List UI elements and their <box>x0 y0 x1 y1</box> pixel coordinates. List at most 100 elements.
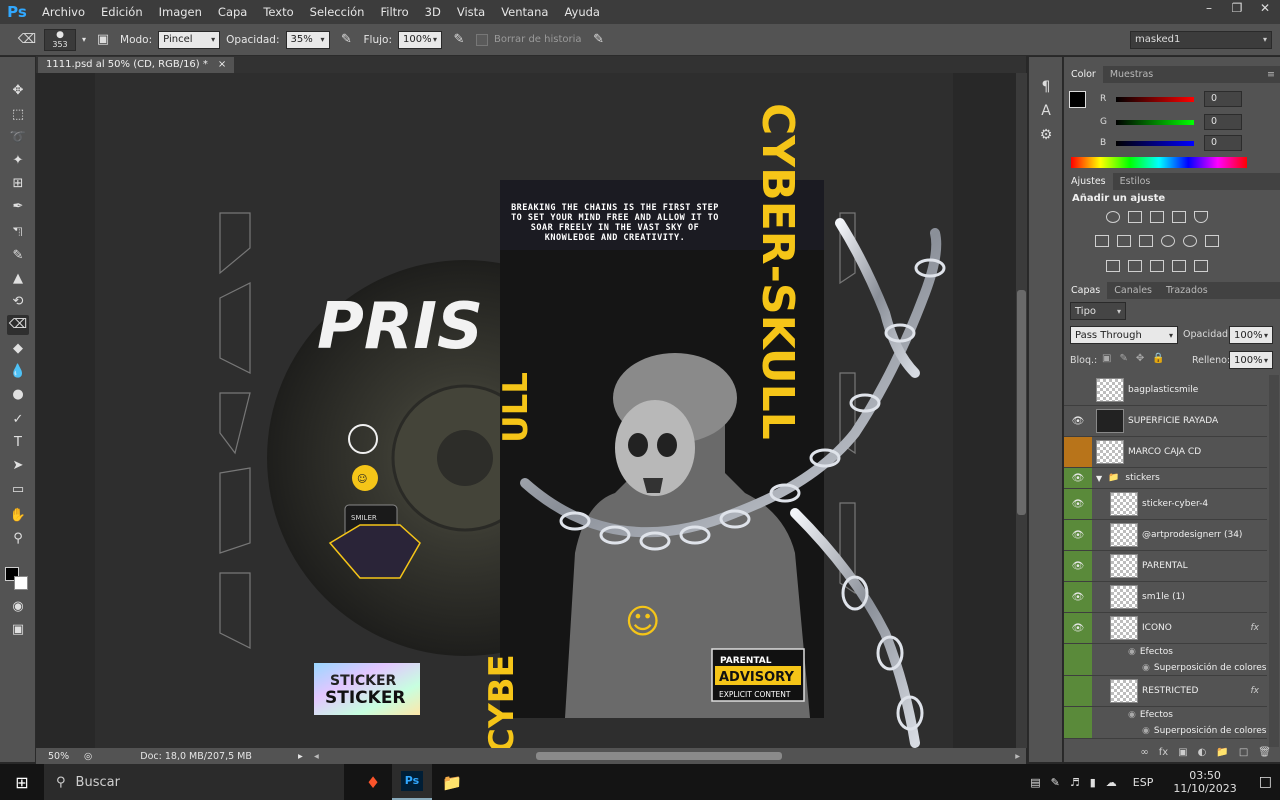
expand-arrow-icon[interactable]: ▼ <box>1096 474 1102 483</box>
restore-icon[interactable]: ❐ <box>1228 0 1246 16</box>
status-arrow-icon[interactable]: ▸ <box>298 751 303 762</box>
menu-ayuda[interactable]: Ayuda <box>556 0 608 24</box>
notifications-icon[interactable]: □ <box>1259 774 1272 790</box>
levels-adjust-icon[interactable] <box>1128 211 1142 223</box>
mask-icon[interactable]: ▣ <box>1178 747 1187 762</box>
network-icon[interactable]: ▤ <box>1030 776 1040 789</box>
red-value-input[interactable]: 0 <box>1204 91 1242 107</box>
brush-picker-arrow-icon[interactable]: ▾ <box>82 35 86 44</box>
opacity-input[interactable]: 35% ▾ <box>285 30 330 49</box>
eye-icon[interactable]: 👁 <box>1064 613 1092 643</box>
fx-icon[interactable]: fx <box>1159 747 1168 762</box>
layer-row[interactable]: 👁 sm1le (1) <box>1064 582 1267 613</box>
eye-icon[interactable]: ◉ <box>1128 710 1136 720</box>
glyphs-panel-icon[interactable]: ⚙ <box>1037 127 1055 145</box>
layer-row[interactable]: bagplasticsmile <box>1064 375 1267 406</box>
color-balance-adjust-icon[interactable] <box>1117 235 1131 247</box>
layer-row[interactable]: RESTRICTED fx <box>1064 676 1267 707</box>
hand-tool-icon[interactable]: ✋ <box>7 506 29 526</box>
posterize-adjust-icon[interactable] <box>1128 260 1142 272</box>
tab-estilos[interactable]: Estilos <box>1113 173 1158 190</box>
eye-icon[interactable]: 👁 <box>1064 520 1092 550</box>
tab-ajustes[interactable]: Ajustes <box>1064 173 1113 190</box>
menu-filtro[interactable]: Filtro <box>372 0 416 24</box>
fx-icon[interactable]: fx <box>1251 686 1260 696</box>
volume-icon[interactable]: ♬ <box>1070 776 1080 789</box>
workspace-select[interactable]: masked1 ▾ <box>1130 30 1272 49</box>
brave-browser-icon[interactable]: ♦ <box>354 773 392 792</box>
layer-group-row[interactable]: 👁 ▼ 📁 stickers <box>1064 468 1267 489</box>
link-layers-icon[interactable]: ∞ <box>1140 747 1148 762</box>
invert-adjust-icon[interactable] <box>1106 260 1120 272</box>
menu-archivo[interactable]: Archivo <box>34 0 93 24</box>
layer-row[interactable]: 👁 sticker-cyber-4 <box>1064 489 1267 520</box>
paragraph-panel-icon[interactable]: ¶ <box>1037 79 1055 97</box>
close-icon[interactable]: ✕ <box>1256 0 1274 16</box>
lock-icons[interactable]: ▣✎✥🔒 <box>1102 353 1173 364</box>
clock[interactable]: 03:50 11/10/2023 <box>1173 769 1236 795</box>
menu-edicion[interactable]: Edición <box>93 0 151 24</box>
menu-capa[interactable]: Capa <box>210 0 255 24</box>
eyedropper-tool-icon[interactable]: ✒ <box>7 197 29 217</box>
visibility-toggle[interactable] <box>1064 676 1092 706</box>
scroll-left-icon[interactable]: ◂ <box>314 751 319 762</box>
brush-preset-picker[interactable]: ● 353 <box>44 28 76 51</box>
menu-texto[interactable]: Texto <box>255 0 301 24</box>
new-group-icon[interactable]: 📁 <box>1216 747 1228 762</box>
blur-tool-icon[interactable]: 💧 <box>7 362 29 382</box>
hue-saturation-adjust-icon[interactable] <box>1095 235 1109 247</box>
effect-item-row[interactable]: ◉ Superposición de colores <box>1064 723 1267 739</box>
screen-mode-icon[interactable]: ▣ <box>7 620 29 640</box>
brush-panel-icon[interactable]: ▣ <box>92 29 114 51</box>
eraser-tool-icon[interactable]: ⌫ <box>16 29 38 51</box>
document-canvas[interactable]: PRIS ☺ SMILER STICKER STICKER BREAKING T… <box>95 73 953 748</box>
battery-icon[interactable]: ▮ <box>1090 776 1096 789</box>
visibility-toggle[interactable] <box>1064 437 1092 467</box>
zoom-tool-icon[interactable]: ⚲ <box>7 529 29 549</box>
vibrance-adjust-icon[interactable] <box>1194 211 1208 223</box>
effects-row[interactable]: ◉ Efectos <box>1064 644 1267 660</box>
eye-icon[interactable]: ◉ <box>1142 663 1150 673</box>
character-panel-icon[interactable]: A <box>1037 103 1055 121</box>
layer-opacity-input[interactable]: 100% ▾ <box>1229 326 1273 344</box>
blue-slider-track[interactable] <box>1116 140 1194 146</box>
language-indicator[interactable]: ESP <box>1133 776 1154 789</box>
status-menu-icon[interactable]: ◎ <box>84 751 92 762</box>
selective-color-adjust-icon[interactable] <box>1172 260 1186 272</box>
color-lookup-adjust-icon[interactable] <box>1205 235 1219 247</box>
crop-tool-icon[interactable]: ⊞ <box>7 174 29 194</box>
erase-history-checkbox[interactable] <box>476 33 488 46</box>
tab-capas[interactable]: Capas <box>1064 282 1108 299</box>
eye-icon[interactable]: 👁 <box>1064 582 1092 612</box>
fill-input[interactable]: 100% ▾ <box>1229 351 1273 369</box>
flow-input[interactable]: 100% ▾ <box>398 30 442 49</box>
channel-mixer-adjust-icon[interactable] <box>1183 235 1197 247</box>
menu-3d[interactable]: 3D <box>417 0 449 24</box>
pen-tool-icon[interactable]: ✓ <box>7 410 29 430</box>
layer-row[interactable]: MARCO CAJA CD <box>1064 437 1267 468</box>
menu-ventana[interactable]: Ventana <box>493 0 556 24</box>
green-slider-track[interactable] <box>1116 119 1194 125</box>
document-tab[interactable]: 1111.psd al 50% (CD, RGB/16) * × <box>38 57 235 73</box>
stamp-tool-icon[interactable]: ▲ <box>7 269 29 289</box>
trash-icon[interactable]: 🗑 <box>1258 747 1271 762</box>
eraser-tool-icon[interactable]: ⌫ <box>7 315 29 335</box>
file-explorer-icon[interactable]: 📁 <box>432 773 472 792</box>
mode-select[interactable]: Pincel ▾ <box>158 30 221 49</box>
layer-row[interactable]: 👁 PARENTAL <box>1064 551 1267 582</box>
menu-seleccion[interactable]: Selección <box>302 0 373 24</box>
healing-tool-icon[interactable]: ⛠ <box>7 223 29 243</box>
brush-tool-icon[interactable]: ✎ <box>7 246 29 266</box>
eye-icon[interactable]: 👁 <box>1064 406 1092 436</box>
minimize-icon[interactable]: – <box>1200 0 1218 16</box>
eye-icon[interactable]: ◉ <box>1128 647 1136 657</box>
new-layer-icon[interactable]: □ <box>1239 747 1248 762</box>
photo-filter-adjust-icon[interactable] <box>1161 235 1175 247</box>
menu-vista[interactable]: Vista <box>449 0 493 24</box>
effects-row[interactable]: ◉ Efectos <box>1064 707 1267 723</box>
foreground-swatch[interactable] <box>1069 91 1086 108</box>
threshold-adjust-icon[interactable] <box>1150 260 1164 272</box>
color-spectrum[interactable] <box>1071 157 1247 168</box>
type-tool-icon[interactable]: T <box>7 433 29 453</box>
blue-value-input[interactable]: 0 <box>1204 135 1242 151</box>
